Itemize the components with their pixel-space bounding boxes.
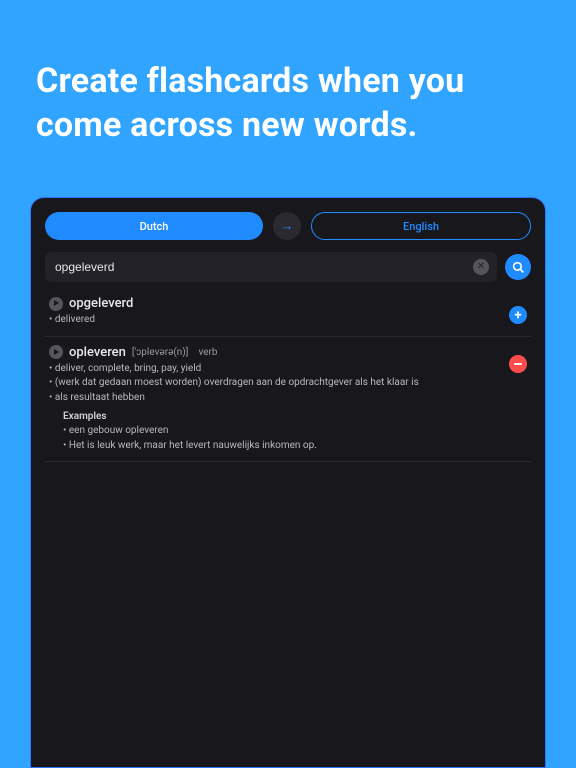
part-of-speech: verb	[198, 347, 217, 358]
clear-search-button[interactable]: ✕	[473, 259, 489, 275]
remove-flashcard-button[interactable]	[509, 355, 527, 373]
close-icon: ✕	[477, 262, 485, 272]
search-icon	[512, 261, 525, 274]
source-language-pill[interactable]: Dutch	[45, 212, 263, 240]
search-row: ✕	[45, 252, 531, 282]
swap-languages-button[interactable]: →	[273, 212, 301, 240]
add-flashcard-button[interactable]: +	[509, 306, 527, 324]
example-line: een gebouw opleveren	[63, 424, 503, 439]
play-audio-button[interactable]	[49, 345, 63, 359]
result-entry: opleveren ['ɔplevərə(n)] verb deliver, c…	[45, 337, 531, 463]
definition-line: deliver, complete, bring, pay, yield	[49, 362, 503, 377]
result-entry: opgeleverd delivered +	[45, 288, 531, 337]
minus-icon	[514, 363, 522, 365]
results-list: opgeleverd delivered + opleveren ['ɔplev…	[45, 288, 531, 767]
definition-line: delivered	[49, 313, 503, 328]
target-language-pill[interactable]: English	[311, 212, 531, 240]
search-input[interactable]	[55, 260, 473, 274]
language-selector: Dutch → English	[45, 212, 531, 240]
definition-line: (werk dat gedaan moest worden) overdrage…	[49, 376, 503, 391]
definition-line: als resultaat hebben	[49, 391, 503, 406]
app-window: Dutch → English ✕ opgeleverd	[30, 197, 546, 768]
examples-heading: Examples	[63, 411, 503, 422]
headword: opleveren	[69, 345, 126, 360]
page-headline: Create flashcards when you come across n…	[0, 0, 576, 147]
headword: opgeleverd	[69, 296, 133, 311]
search-button[interactable]	[505, 254, 531, 280]
arrow-right-icon: →	[281, 218, 294, 234]
play-audio-button[interactable]	[49, 297, 63, 311]
example-line: Het is leuk werk, maar het levert nauwel…	[63, 439, 503, 454]
pronunciation: ['ɔplevərə(n)]	[132, 347, 189, 358]
plus-icon: +	[514, 309, 521, 322]
search-box: ✕	[45, 252, 497, 282]
